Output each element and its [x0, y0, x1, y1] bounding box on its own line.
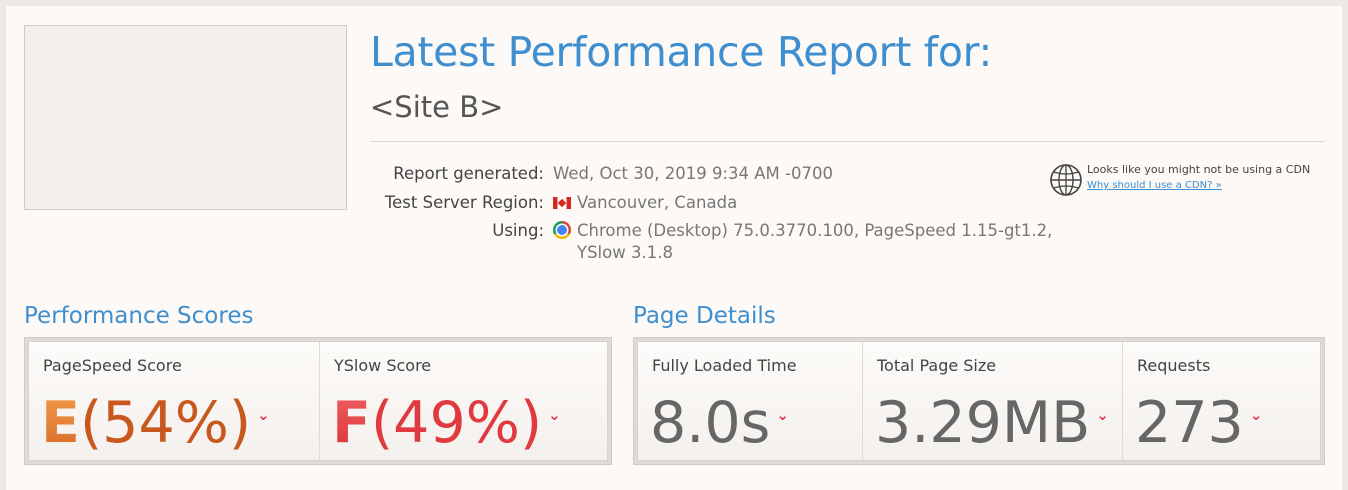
region-value: Vancouver, Canada — [553, 192, 737, 214]
fully-loaded-number: 8.0s — [650, 390, 771, 456]
fully-loaded-label: Fully Loaded Time — [652, 356, 797, 375]
yslow-grade: F — [332, 390, 371, 456]
cdn-notice: Looks like you might not be using a CDN … — [1049, 161, 1339, 201]
requests-cell[interactable]: Requests 273 ⌄ — [1123, 342, 1320, 460]
pagespeed-score-value: E(54%) ⌄ — [41, 380, 270, 458]
fully-loaded-cell[interactable]: Fully Loaded Time 8.0s ⌄ — [638, 342, 863, 460]
cdn-notice-text: Looks like you might not be using a CDN — [1087, 163, 1311, 176]
divider — [370, 141, 1325, 142]
performance-scores-heading: Performance Scores — [24, 303, 254, 329]
requests-label: Requests — [1137, 356, 1211, 375]
region-label: Test Server Region: — [384, 193, 544, 212]
pagespeed-percent: (54%) — [79, 390, 252, 456]
report-page: Latest Performance Report for: <Site B> … — [6, 6, 1342, 490]
site-screenshot-thumbnail — [24, 25, 347, 210]
chevron-down-icon[interactable]: ⌄ — [548, 380, 561, 450]
cdn-help-link[interactable]: Why should I use a CDN? » — [1087, 180, 1222, 191]
page-size-cell[interactable]: Total Page Size 3.29MB ⌄ — [863, 342, 1123, 460]
chrome-icon — [553, 221, 571, 239]
yslow-score-cell[interactable]: YSlow Score F(49%) ⌄ — [320, 342, 607, 460]
yslow-score-label: YSlow Score — [334, 356, 432, 375]
chevron-down-icon[interactable]: ⌄ — [1250, 380, 1263, 450]
using-line-1: Chrome (Desktop) 75.0.3770.100, PageSpee… — [577, 221, 1053, 240]
fully-loaded-value: 8.0s ⌄ — [650, 380, 789, 458]
chevron-down-icon[interactable]: ⌄ — [776, 380, 789, 450]
requests-number: 273 — [1135, 390, 1244, 456]
chevron-down-icon[interactable]: ⌄ — [1096, 380, 1109, 450]
page-size-label: Total Page Size — [877, 356, 997, 375]
yslow-percent: (49%) — [370, 390, 543, 456]
report-generated-value: Wed, Oct 30, 2019 9:34 AM -0700 — [553, 164, 833, 183]
yslow-score-value: F(49%) ⌄ — [332, 380, 561, 458]
globe-icon — [1050, 164, 1082, 196]
using-value: Chrome (Desktop) 75.0.3770.100, PageSpee… — [553, 220, 1052, 264]
site-name: <Site B> — [370, 90, 504, 124]
using-line-2: YSlow 3.1.8 — [577, 243, 673, 262]
pagespeed-score-label: PageSpeed Score — [43, 356, 182, 375]
page-details-panel: Fully Loaded Time 8.0s ⌄ Total Page Size … — [633, 337, 1325, 465]
using-label: Using: — [492, 221, 544, 240]
performance-scores-panel: PageSpeed Score E(54%) ⌄ YSlow Score F(49… — [24, 337, 612, 465]
page-title: Latest Performance Report for: — [370, 28, 992, 76]
pagespeed-grade: E — [41, 390, 80, 456]
report-generated-label: Report generated: — [393, 164, 544, 183]
region-text: Vancouver, Canada — [577, 193, 738, 212]
pagespeed-score-cell[interactable]: PageSpeed Score E(54%) ⌄ — [29, 342, 320, 460]
page-size-number: 3.29MB — [875, 390, 1091, 456]
chevron-down-icon[interactable]: ⌄ — [257, 380, 270, 450]
canada-flag-icon — [553, 197, 571, 209]
page-size-value: 3.29MB ⌄ — [875, 380, 1109, 458]
page-details-heading: Page Details — [633, 303, 776, 329]
requests-value: 273 ⌄ — [1135, 380, 1262, 458]
